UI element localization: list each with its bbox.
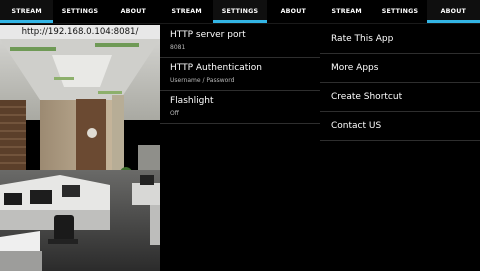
about-item-more-apps[interactable]: More Apps <box>320 54 480 83</box>
settings-list: HTTP server port 8081 HTTP Authenticatio… <box>160 25 320 124</box>
about-item-create-shortcut[interactable]: Create Shortcut <box>320 83 480 112</box>
tab-about[interactable]: ABOUT <box>267 0 320 23</box>
tab-bar: STREAM SETTINGS ABOUT <box>160 0 320 24</box>
tab-stream[interactable]: STREAM <box>0 0 54 23</box>
setting-http-port[interactable]: HTTP server port 8081 <box>160 25 320 58</box>
setting-flashlight[interactable]: Flashlight Off <box>160 91 320 124</box>
tab-settings[interactable]: SETTINGS <box>213 0 267 23</box>
about-item-contact-us[interactable]: Contact US <box>320 112 480 141</box>
setting-title: HTTP Authentication <box>170 63 262 73</box>
tab-settings[interactable]: SETTINGS <box>373 0 426 23</box>
setting-summary: 8081 <box>170 44 186 51</box>
stream-screen: STREAM SETTINGS ABOUT http://192.168.0.1… <box>0 0 160 271</box>
about-item-rate-app[interactable]: Rate This App <box>320 25 480 54</box>
about-screen: STREAM SETTINGS ABOUT Rate This App More… <box>320 0 480 271</box>
stream-url-label: http://192.168.0.104:8081/ <box>0 25 160 39</box>
camera-preview-image <box>0 25 160 271</box>
setting-summary: Off <box>170 110 179 117</box>
tab-bar: STREAM SETTINGS ABOUT <box>0 0 160 24</box>
setting-http-auth[interactable]: HTTP Authentication Username / Password <box>160 58 320 91</box>
setting-title: Flashlight <box>170 96 214 106</box>
tab-about[interactable]: ABOUT <box>107 0 160 23</box>
settings-screen: STREAM SETTINGS ABOUT HTTP server port 8… <box>160 0 320 271</box>
tab-bar: STREAM SETTINGS ABOUT <box>320 0 480 24</box>
tab-settings[interactable]: SETTINGS <box>53 0 106 23</box>
tab-stream[interactable]: STREAM <box>320 0 373 23</box>
setting-summary: Username / Password <box>170 77 235 84</box>
camera-stream-view[interactable]: http://192.168.0.104:8081/ <box>0 25 160 271</box>
tab-about[interactable]: ABOUT <box>426 0 480 23</box>
setting-title: HTTP server port <box>170 30 246 40</box>
tab-stream[interactable]: STREAM <box>160 0 213 23</box>
about-list: Rate This App More Apps Create Shortcut … <box>320 25 480 141</box>
